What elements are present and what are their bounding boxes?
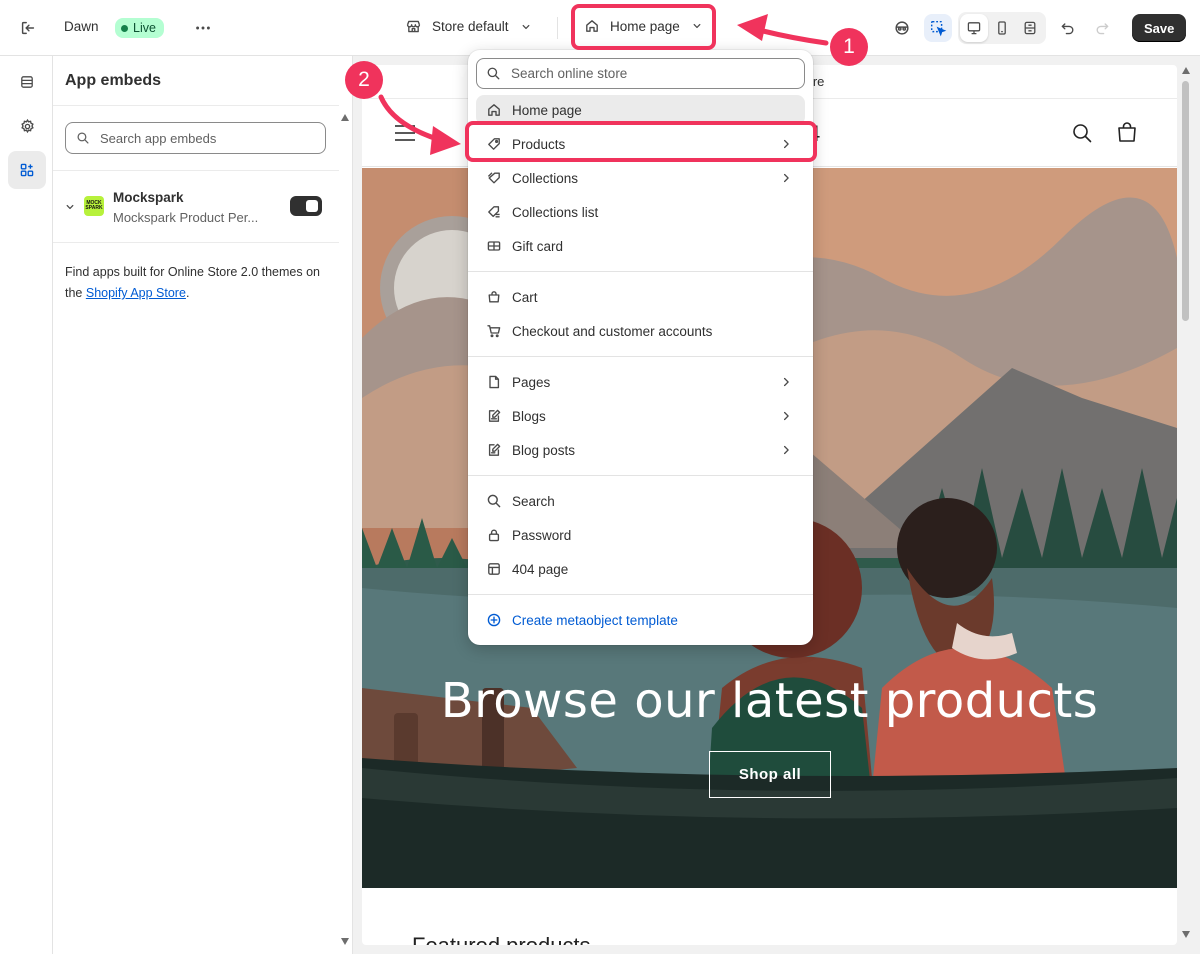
step-1-badge: 1 xyxy=(830,28,868,66)
annotation-arrows xyxy=(378,14,829,155)
step-2-badge: 2 xyxy=(345,61,383,99)
